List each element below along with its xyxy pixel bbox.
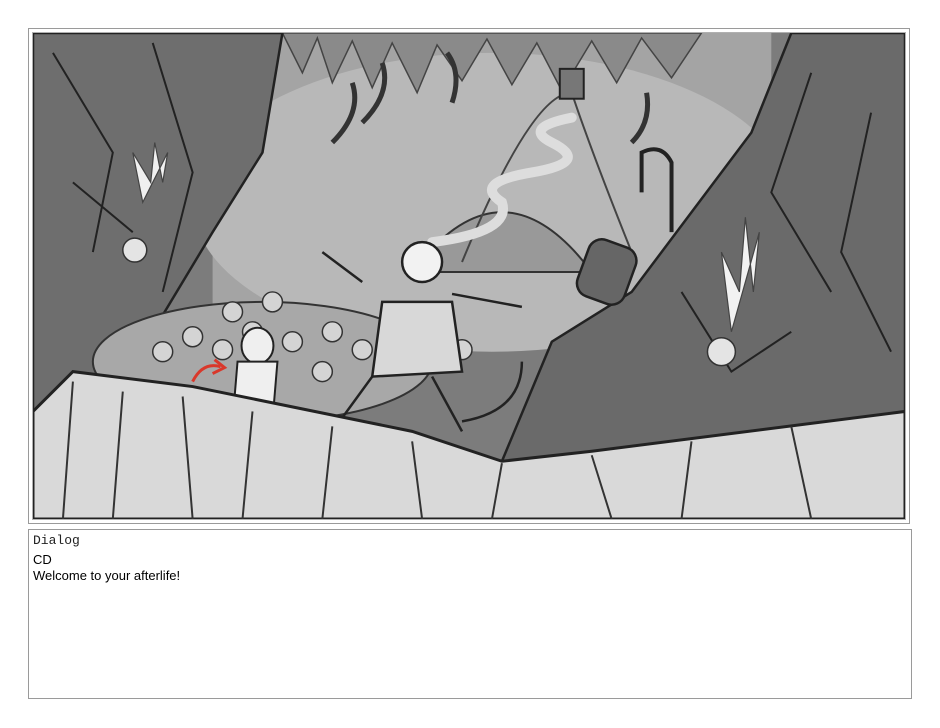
dialog-line: Welcome to your afterlife! [33, 568, 181, 583]
dialog-panel: Dialog CD Welcome to your afterlife! [28, 529, 912, 699]
storyboard-sketch-image [33, 33, 905, 519]
storyboard-panel [32, 32, 906, 520]
dialog-title: Dialog [33, 533, 80, 548]
dialog-speaker: CD [33, 552, 52, 567]
storyboard-panel-frame [28, 28, 910, 524]
